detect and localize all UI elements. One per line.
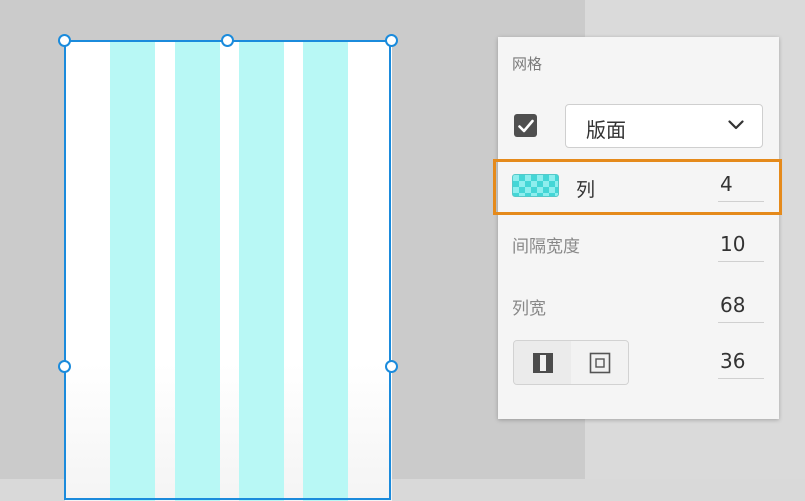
grid-type-value: 版面 [586,118,626,142]
resize-handle-top-center[interactable] [221,34,234,47]
chevron-down-icon [728,120,744,130]
gutter-width-label: 间隔宽度 [512,237,580,257]
column-width-input[interactable]: 68 [718,293,764,323]
column-width-label: 列宽 [512,299,546,319]
grid-type-dropdown[interactable]: 版面 [565,104,763,148]
grid-panel: 网格 版面 列 4 间隔宽度 10 列宽 68 36 [498,37,779,419]
selection-outline [64,40,391,500]
margin-mode-toggle [513,340,629,385]
layout-grid-checkbox[interactable] [514,114,537,137]
linked-margins-button[interactable] [514,341,572,384]
columns-row-highlight [493,159,782,215]
linked-margins-icon [532,352,553,373]
individual-margins-button[interactable] [571,341,628,384]
resize-handle-middle-left[interactable] [58,360,71,373]
resize-handle-top-left[interactable] [58,34,71,47]
checkmark-icon [517,119,534,132]
panel-title: 网格 [512,55,543,73]
margin-input[interactable]: 36 [718,349,764,379]
gutter-width-input[interactable]: 10 [718,232,764,262]
resize-handle-middle-right[interactable] [385,360,398,373]
individual-margins-icon [589,352,610,373]
resize-handle-top-right[interactable] [385,34,398,47]
